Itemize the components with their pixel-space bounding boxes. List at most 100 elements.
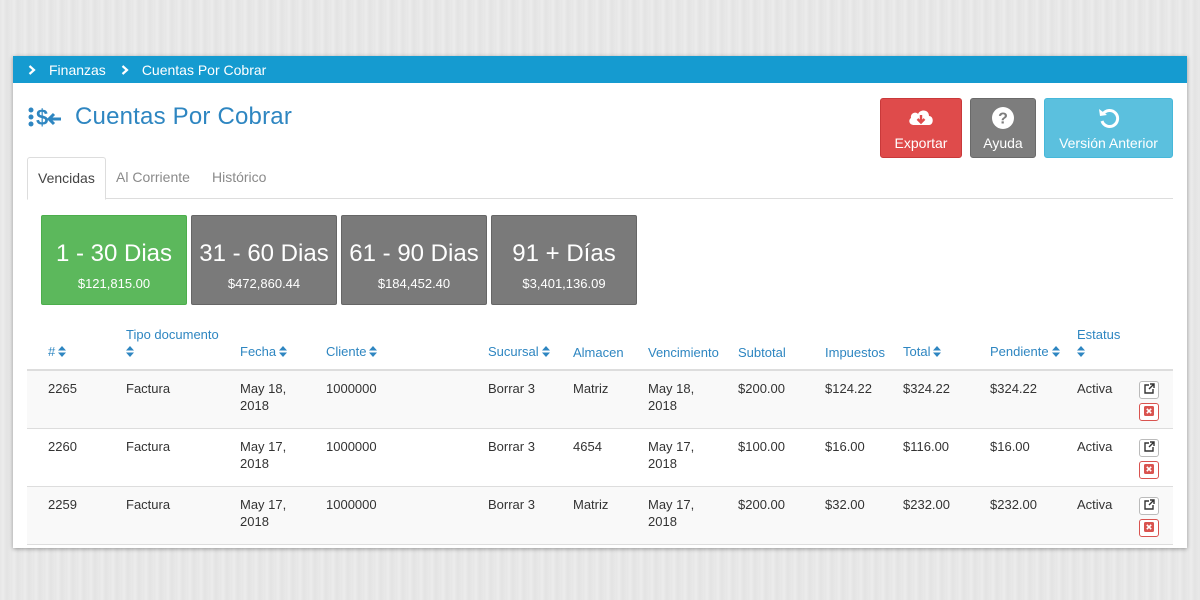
column-header-label: Impuestos [825, 345, 885, 360]
column-header-label: Cliente [326, 343, 367, 359]
external-link-icon [1143, 439, 1155, 457]
column-header[interactable]: Fecha [240, 343, 288, 361]
table-cell: 1000000 [326, 381, 377, 396]
table-cell: Activa [1077, 381, 1113, 396]
svg-text:$: $ [36, 105, 48, 130]
column-header-label: Tipo documento [126, 326, 219, 342]
breadcrumb-item-finanzas[interactable]: Finanzas [49, 62, 106, 78]
column-header[interactable]: Almacen [573, 344, 624, 361]
column-header[interactable]: Pendiente [990, 343, 1060, 361]
table-cell: Factura [126, 497, 171, 512]
table-header: # Tipo documento Fecha Cliente Sucursal Almac… [27, 324, 1173, 371]
aging-card-range: 31 - 60 Dias [199, 240, 329, 267]
table-cell: $200.00 [738, 381, 785, 396]
column-header[interactable]: Total [903, 343, 942, 361]
delete-row-button[interactable] [1139, 519, 1159, 537]
column-header[interactable]: Cliente [326, 343, 378, 361]
sort-icon [279, 344, 288, 361]
table-cell: May 18, 2018 [240, 381, 287, 413]
column-header[interactable]: Vencimiento [648, 344, 719, 361]
column-header[interactable]: Tipo documento [126, 326, 219, 361]
delete-row-button[interactable] [1139, 461, 1159, 479]
title-group: $ Cuentas Por Cobrar [27, 101, 292, 133]
column-header[interactable]: Subtotal [738, 344, 786, 361]
table-cell: $16.00 [825, 439, 865, 454]
help-button[interactable]: ? Ayuda [970, 98, 1036, 158]
table-cell: $32.00 [825, 497, 865, 512]
sort-icon [1077, 344, 1085, 361]
aging-card-amount: $184,452.40 [377, 276, 451, 291]
column-header-label: Vencimiento [648, 345, 719, 360]
receivables-table: # Tipo documento Fecha Cliente Sucursal Almac… [27, 324, 1173, 545]
column-header-label: Pendiente [990, 343, 1049, 359]
column-header-label: Sucursal [488, 343, 539, 359]
table-cell: $232.00 [903, 497, 950, 512]
export-button[interactable]: Exportar [880, 98, 962, 158]
external-link-icon [1143, 497, 1155, 515]
question-circle-icon: ? [991, 105, 1015, 131]
open-row-button[interactable] [1139, 439, 1159, 457]
aging-card-1-30[interactable]: 1 - 30 Dias $121,815.00 [41, 215, 187, 305]
tab-al-corriente[interactable]: Al Corriente [106, 157, 200, 199]
table-cell: May 17, 2018 [648, 497, 695, 529]
table-row: 2259 Factura May 17, 2018 1000000 Borrar 3 Ma… [27, 487, 1173, 545]
open-row-button[interactable] [1139, 381, 1159, 399]
table-cell: Borrar 3 [488, 497, 535, 512]
table-cell: $124.22 [825, 381, 872, 396]
row-actions [1139, 381, 1159, 421]
page-header: $ Cuentas Por Cobrar Exportar ? Ayuda Ve… [13, 83, 1187, 158]
tab-bar: Vencidas Al Corriente Histórico [27, 157, 1173, 200]
table-cell: Activa [1077, 439, 1113, 454]
aging-card-61-90[interactable]: 61 - 90 Dias $184,452.40 [341, 215, 487, 305]
column-header[interactable]: Estatus [1077, 326, 1120, 361]
action-buttons: Exportar ? Ayuda Versión Anterior [880, 98, 1173, 158]
delete-row-button[interactable] [1139, 403, 1159, 421]
aging-cards: 1 - 30 Dias $121,815.00 31 - 60 Dias $47… [41, 215, 637, 305]
open-row-button[interactable] [1139, 497, 1159, 515]
help-label: Ayuda [983, 135, 1023, 151]
tab-vencidas[interactable]: Vencidas [27, 157, 106, 200]
table-body: 2265 Factura May 18, 2018 1000000 Borrar 3 Ma… [27, 371, 1173, 545]
column-header[interactable]: # [48, 343, 67, 361]
table-row: 2265 Factura May 18, 2018 1000000 Borrar 3 Ma… [27, 371, 1173, 429]
aging-card-91-plus[interactable]: 91 + Días $3,401,136.09 [491, 215, 637, 305]
export-label: Exportar [894, 135, 948, 151]
tab-historico[interactable]: Histórico [202, 157, 276, 199]
sort-icon [369, 344, 378, 361]
table-cell: Factura [126, 439, 171, 454]
sort-icon [126, 344, 134, 361]
close-icon [1144, 403, 1154, 421]
column-header-label: Total [903, 343, 931, 359]
aging-card-amount: $3,401,136.09 [522, 276, 606, 291]
chevron-right-icon [27, 64, 37, 75]
breadcrumb-item-cuentas[interactable]: Cuentas Por Cobrar [142, 62, 267, 78]
table-cell: $324.22 [903, 381, 950, 396]
aging-card-31-60[interactable]: 31 - 60 Dias $472,860.44 [191, 215, 337, 305]
table-cell: $116.00 [903, 439, 950, 454]
table-cell: 2259 [48, 497, 77, 512]
money-transfer-icon: $ [27, 101, 63, 133]
table-cell: Factura [126, 381, 171, 396]
aging-card-range: 1 - 30 Dias [55, 240, 173, 267]
sort-icon [541, 344, 550, 361]
table-cell: 1000000 [326, 497, 377, 512]
sort-icon [58, 344, 67, 361]
table-cell: $16.00 [990, 439, 1030, 454]
column-header[interactable]: Impuestos [825, 344, 885, 361]
column-header-label: Almacen [573, 345, 624, 360]
table-cell: $100.00 [738, 439, 785, 454]
table-cell: Borrar 3 [488, 439, 535, 454]
table-cell: May 17, 2018 [240, 497, 287, 529]
aging-card-range: 61 - 90 Dias [349, 240, 479, 267]
row-actions [1139, 439, 1159, 479]
svg-text:?: ? [998, 111, 1008, 128]
chevron-right-icon [120, 64, 130, 75]
previous-version-button[interactable]: Versión Anterior [1044, 98, 1173, 158]
close-icon [1144, 461, 1154, 479]
column-header[interactable]: Sucursal [488, 343, 550, 361]
cloud-download-icon [907, 105, 935, 131]
table-cell: 1000000 [326, 439, 377, 454]
column-header-label: # [48, 343, 56, 359]
table-cell: Borrar 3 [488, 381, 535, 396]
table-cell: 2265 [48, 381, 77, 396]
